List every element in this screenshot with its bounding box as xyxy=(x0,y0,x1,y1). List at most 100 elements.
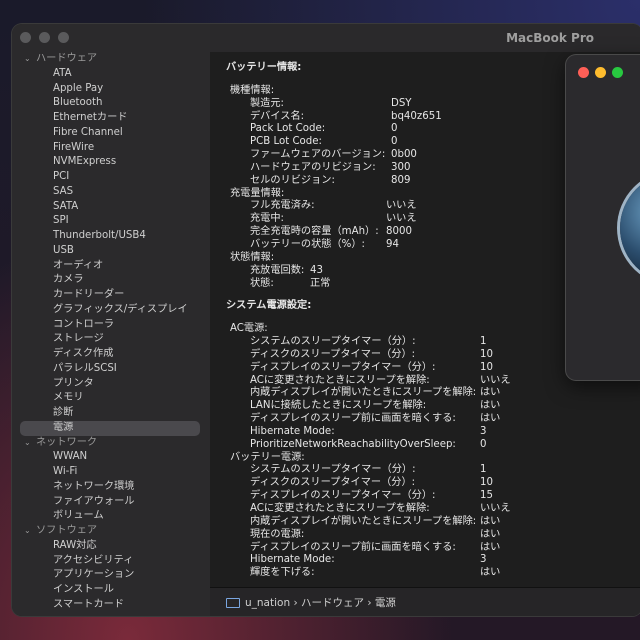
sidebar-item[interactable]: Ethernetカード xyxy=(12,111,210,126)
detail-key: 充電中: xyxy=(250,213,284,225)
sidebar-item[interactable]: FireWire xyxy=(12,141,210,156)
detail-value: いいえ xyxy=(480,374,511,386)
overlay-traffic-lights xyxy=(578,67,623,78)
detail-key: セルのリビジョン: xyxy=(250,174,335,186)
detail-value: 10 xyxy=(480,348,493,360)
sidebar-item[interactable]: Bluetooth xyxy=(12,96,210,111)
detail-value: 10 xyxy=(480,477,493,489)
detail-value: 43 xyxy=(310,264,323,276)
sidebar-item[interactable]: パラレルSCSI xyxy=(12,362,210,377)
zoom-button[interactable] xyxy=(58,32,69,43)
sidebar-item[interactable]: メモリ xyxy=(12,391,210,406)
window-title: MacBook Pro xyxy=(506,31,594,45)
detail-key: PCB Lot Code: xyxy=(250,136,322,148)
detail-key: ACに変更されたときにスリープを解除: xyxy=(250,503,430,514)
detail-key: 完全充電時の容量（mAh）: xyxy=(250,226,379,238)
titlebar: MacBook Pro xyxy=(210,24,640,52)
detail-key: フル充電済み: xyxy=(250,200,315,212)
detail-value: 10 xyxy=(480,361,493,373)
overlay-minimize-button[interactable] xyxy=(595,67,606,78)
detail-key: Hibernate Mode: xyxy=(250,554,335,566)
detail-key: 状態: xyxy=(250,277,274,289)
path-bar: u_nation › ハードウェア › 電源 xyxy=(210,587,640,616)
sidebar-item[interactable]: SPI xyxy=(12,214,210,229)
detail-value: 0b00 xyxy=(391,149,417,161)
detail-value: はい xyxy=(480,515,501,527)
sidebar-item[interactable]: インストール xyxy=(12,583,210,598)
detail-key: デバイス名: xyxy=(250,110,305,122)
sidebar-group-label: ソフトウェア xyxy=(36,525,98,536)
detail-value: 0 xyxy=(391,136,398,148)
detail-value: 3 xyxy=(480,425,487,437)
overlay-close-button[interactable] xyxy=(578,67,589,78)
breadcrumb[interactable]: u_nation › ハードウェア › 電源 xyxy=(226,595,396,610)
sidebar-item[interactable]: Wi-Fi xyxy=(12,465,210,480)
detail-key: ディスプレイのスリープ前に画面を暗くする: xyxy=(250,413,456,425)
sidebar-item[interactable]: スマートカード xyxy=(12,598,210,613)
detail-key: Pack Lot Code: xyxy=(250,123,326,135)
chevron-down-icon[interactable]: ⌄ xyxy=(24,436,36,451)
close-button[interactable] xyxy=(20,32,31,43)
sidebar-item[interactable]: NVMExpress xyxy=(12,155,210,170)
sidebar-item[interactable]: SAS xyxy=(12,185,210,200)
minimize-button[interactable] xyxy=(39,32,50,43)
sidebar-item[interactable]: ネットワーク環境 xyxy=(12,480,210,495)
sidebar-item[interactable]: プリンタ xyxy=(12,377,210,392)
sidebar-item[interactable]: ファイアウォール xyxy=(12,495,210,510)
sidebar-item[interactable]: Fibre Channel xyxy=(12,126,210,141)
detail-value: 809 xyxy=(391,174,411,186)
breadcrumb-text: u_nation › ハードウェア › 電源 xyxy=(245,597,396,609)
detail-key: ディスクのスリープタイマー（分）: xyxy=(250,477,416,489)
sidebar-item[interactable]: アクセシビリティ xyxy=(12,554,210,569)
sidebar-item[interactable]: USB xyxy=(12,244,210,259)
chevron-down-icon[interactable]: ⌄ xyxy=(24,52,36,67)
detail-value: 0 xyxy=(480,438,487,450)
detail-key: バッテリーの状態（%）: xyxy=(250,238,365,250)
group-header: AC電源: xyxy=(230,323,268,335)
sidebar-item[interactable]: グラフィックス/ディスプレイ xyxy=(12,303,210,318)
section-title: システム電源設定: xyxy=(226,300,312,312)
sidebar-item[interactable]: RAW対応 xyxy=(12,539,210,554)
detail-key: ファームウェアのバージョン: xyxy=(250,149,386,161)
group-header: 機種情報: xyxy=(230,84,275,96)
sidebar-item[interactable]: ストレージ xyxy=(12,332,210,347)
sidebar-group-label: ネットワーク xyxy=(36,436,98,448)
detail-value: 300 xyxy=(391,161,411,173)
detail-key: ディスプレイのスリープ前に画面を暗くする: xyxy=(250,541,456,553)
sidebar-item[interactable]: PCI xyxy=(12,170,210,185)
group-header: バッテリー電源: xyxy=(230,451,305,463)
detail-key: Hibernate Mode: xyxy=(250,425,335,437)
sidebar-group[interactable]: ⌄ ネットワーク xyxy=(12,436,210,451)
sidebar-item[interactable]: WWAN xyxy=(12,450,210,465)
detail-value: いいえ xyxy=(480,503,511,514)
sidebar-item[interactable]: ATA xyxy=(12,67,210,82)
chevron-down-icon[interactable]: ⌄ xyxy=(24,524,36,539)
detail-value: いいえ xyxy=(386,213,417,225)
detail-key: ハードウェアのリビジョン: xyxy=(250,161,376,173)
sidebar-item[interactable]: コントローラ xyxy=(12,318,210,333)
overlay-zoom-button[interactable] xyxy=(612,67,623,78)
sidebar-item[interactable]: 電源 xyxy=(20,420,200,436)
detail-key: PrioritizeNetworkReachabilityOverSleep: xyxy=(250,438,456,450)
detail-key: 内蔵ディスプレイが開いたときにスリープを解除: xyxy=(250,387,477,399)
detail-value: 15 xyxy=(480,490,493,502)
sidebar-item[interactable]: カードリーダー xyxy=(12,288,210,303)
sidebar-group[interactable]: ⌄ ハードウェア xyxy=(12,52,210,67)
detail-key: 製造元: xyxy=(250,97,284,109)
sidebar-item[interactable]: Thunderbolt/USB4 xyxy=(12,229,210,244)
sidebar-item[interactable]: オーディオ xyxy=(12,259,210,274)
sidebar-item[interactable]: Apple Pay xyxy=(12,82,210,97)
sidebar-item[interactable]: アプリケーション xyxy=(12,568,210,583)
sidebar-item[interactable]: ボリューム xyxy=(12,509,210,524)
sidebar-group[interactable]: ⌄ ソフトウェア xyxy=(12,524,210,539)
sidebar-item[interactable]: カメラ xyxy=(12,273,210,288)
detail-key: ディスプレイのスリープタイマー（分）: xyxy=(250,361,436,373)
detail-value: 1 xyxy=(480,464,487,476)
overlay-window xyxy=(566,55,640,380)
detail-value: いいえ xyxy=(386,200,417,212)
sidebar-item[interactable]: 診断 xyxy=(12,406,210,421)
macos-disc-icon xyxy=(620,173,640,283)
sidebar-item[interactable]: ディスク作成 xyxy=(12,347,210,362)
sidebar-item[interactable]: SATA xyxy=(12,200,210,215)
detail-key: ACに変更されたときにスリープを解除: xyxy=(250,374,430,386)
